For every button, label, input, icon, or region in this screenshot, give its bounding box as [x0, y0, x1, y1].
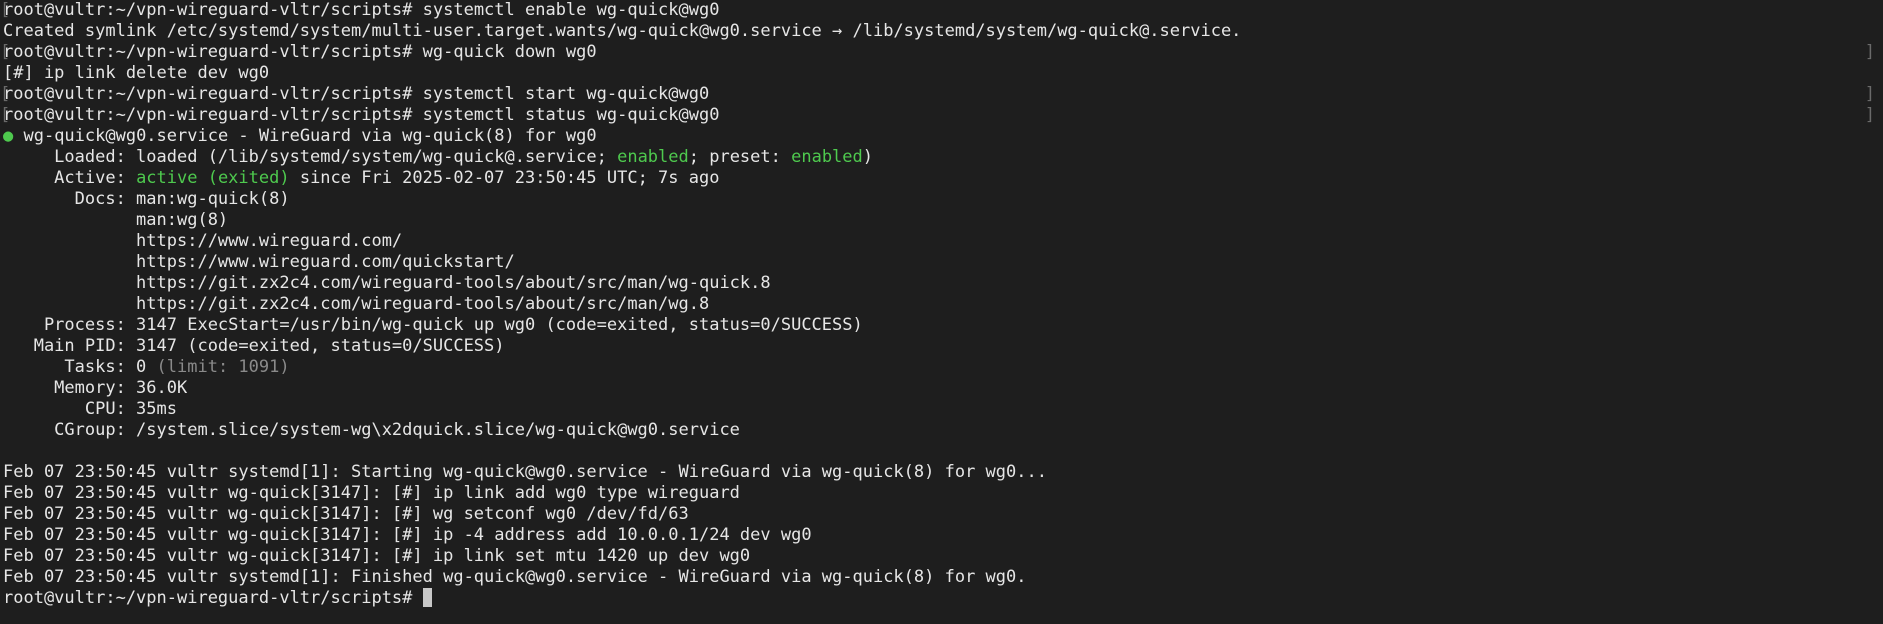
- shell-prompt: root@vultr:~/vpn-wireguard-vltr/scripts#: [3, 588, 423, 608]
- tasks-limit: (limit: 1091): [156, 357, 290, 377]
- command-text: systemctl start wg-quick@wg0: [422, 84, 710, 104]
- output-text: https://www.wireguard.com/: [3, 231, 403, 251]
- log-text: Feb 07 23:50:45 vultr wg-quick[3147]: [#…: [3, 525, 812, 545]
- line-mark: [: [0, 0, 11, 20]
- output-text: Process: 3147 ExecStart=/usr/bin/wg-quic…: [3, 315, 863, 335]
- output-text: CGroup: /system.slice/system-wg\x2dquick…: [3, 420, 740, 440]
- terminal-line: Process: 3147 ExecStart=/usr/bin/wg-quic…: [3, 315, 1883, 336]
- log-text: Feb 07 23:50:45 vultr wg-quick[3147]: [#…: [3, 504, 689, 524]
- terminal-line: CPU: 35ms: [3, 399, 1883, 420]
- terminal-line: Tasks: 0 (limit: 1091): [3, 357, 1883, 378]
- terminal-line: Created symlink /etc/systemd/system/mult…: [3, 21, 1883, 42]
- terminal-input-line[interactable]: root@vultr:~/vpn-wireguard-vltr/scripts#: [3, 588, 1883, 609]
- loaded-text: ): [862, 147, 874, 167]
- log-text: Feb 07 23:50:45 vultr wg-quick[3147]: [#…: [3, 483, 740, 503]
- line-mark: ]: [1864, 105, 1875, 125]
- output-text: Memory: 36.0K: [3, 378, 188, 398]
- tasks-text: Tasks: 0: [3, 357, 157, 377]
- terminal-line: Feb 07 23:50:45 vultr wg-quick[3147]: [#…: [3, 546, 1883, 567]
- terminal-line: Docs: man:wg-quick(8): [3, 189, 1883, 210]
- output-text: Main PID: 3147 (code=exited, status=0/SU…: [3, 336, 505, 356]
- status-dot-icon: ●: [3, 126, 14, 146]
- terminal-line: [#] ip link delete dev wg0: [3, 63, 1883, 84]
- output-text: https://git.zx2c4.com/wireguard-tools/ab…: [3, 294, 710, 314]
- preset-status: enabled: [791, 147, 863, 167]
- enabled-status: enabled: [617, 147, 689, 167]
- terminal-line: CGroup: /system.slice/system-wg\x2dquick…: [3, 420, 1883, 441]
- terminal-line: [root@vultr:~/vpn-wireguard-vltr/scripts…: [0, 84, 1883, 105]
- line-mark: ]: [1864, 42, 1875, 62]
- terminal-line: https://git.zx2c4.com/wireguard-tools/ab…: [3, 294, 1883, 315]
- terminal-line: [root@vultr:~/vpn-wireguard-vltr/scripts…: [0, 105, 1883, 126]
- terminal-line: Feb 07 23:50:45 vultr systemd[1]: Finish…: [3, 567, 1883, 588]
- output-text: https://git.zx2c4.com/wireguard-tools/ab…: [3, 273, 771, 293]
- terminal-line: https://git.zx2c4.com/wireguard-tools/ab…: [3, 273, 1883, 294]
- command-text: wg-quick down wg0: [422, 42, 597, 62]
- line-mark: [: [0, 84, 11, 104]
- output-text: [#] ip link delete dev wg0: [3, 63, 270, 83]
- line-mark: [: [0, 105, 11, 125]
- terminal-line: man:wg(8): [3, 210, 1883, 231]
- service-title: wg-quick@wg0.service - WireGuard via wg-…: [13, 126, 597, 146]
- command-text: systemctl status wg-quick@wg0: [422, 105, 720, 125]
- terminal-line: Feb 07 23:50:45 vultr wg-quick[3147]: [#…: [3, 483, 1883, 504]
- output-text: https://www.wireguard.com/quickstart/: [3, 252, 515, 272]
- loaded-text: ; preset:: [688, 147, 792, 167]
- line-mark: ]: [1864, 84, 1875, 104]
- terminal-line: Feb 07 23:50:45 vultr wg-quick[3147]: [#…: [3, 525, 1883, 546]
- terminal-line: [root@vultr:~/vpn-wireguard-vltr/scripts…: [0, 0, 1883, 21]
- terminal-line: Loaded: loaded (/lib/systemd/system/wg-q…: [3, 147, 1883, 168]
- shell-prompt: root@vultr:~/vpn-wireguard-vltr/scripts#: [3, 84, 423, 104]
- terminal-line: Memory: 36.0K: [3, 378, 1883, 399]
- shell-prompt: root@vultr:~/vpn-wireguard-vltr/scripts#: [3, 0, 423, 20]
- terminal-line: [root@vultr:~/vpn-wireguard-vltr/scripts…: [0, 42, 1883, 63]
- command-text: systemctl enable wg-quick@wg0: [422, 0, 720, 20]
- log-text: Feb 07 23:50:45 vultr systemd[1]: Starti…: [3, 462, 1047, 482]
- log-text: Feb 07 23:50:45 vultr wg-quick[3147]: [#…: [3, 546, 751, 566]
- output-text: man:wg(8): [3, 210, 229, 230]
- loaded-text: Loaded: loaded (/lib/systemd/system/wg-q…: [3, 147, 618, 167]
- active-label: Active:: [3, 168, 137, 188]
- active-status: active (exited): [136, 168, 290, 188]
- line-mark: [: [0, 42, 11, 62]
- log-text: Feb 07 23:50:45 vultr systemd[1]: Finish…: [3, 567, 1027, 587]
- terminal-line: Feb 07 23:50:45 vultr wg-quick[3147]: [#…: [3, 504, 1883, 525]
- terminal-line: Active: active (exited) since Fri 2025-0…: [3, 168, 1883, 189]
- terminal-line: https://www.wireguard.com/: [3, 231, 1883, 252]
- output-text: CPU: 35ms: [3, 399, 177, 419]
- terminal-line: ● wg-quick@wg0.service - WireGuard via w…: [3, 126, 1883, 147]
- output-text: Docs: man:wg-quick(8): [3, 189, 290, 209]
- output-text: Created symlink /etc/systemd/system/mult…: [3, 21, 1242, 41]
- terminal-window[interactable]: [root@vultr:~/vpn-wireguard-vltr/scripts…: [0, 0, 1883, 624]
- active-since: since Fri 2025-02-07 23:50:45 UTC; 7s ag…: [289, 168, 720, 188]
- terminal-line: Feb 07 23:50:45 vultr systemd[1]: Starti…: [3, 462, 1883, 483]
- terminal-line: https://www.wireguard.com/quickstart/: [3, 252, 1883, 273]
- shell-prompt: root@vultr:~/vpn-wireguard-vltr/scripts#: [3, 105, 423, 125]
- terminal-line: Main PID: 3147 (code=exited, status=0/SU…: [3, 336, 1883, 357]
- terminal-cursor[interactable]: [422, 588, 432, 607]
- shell-prompt: root@vultr:~/vpn-wireguard-vltr/scripts#: [3, 42, 423, 62]
